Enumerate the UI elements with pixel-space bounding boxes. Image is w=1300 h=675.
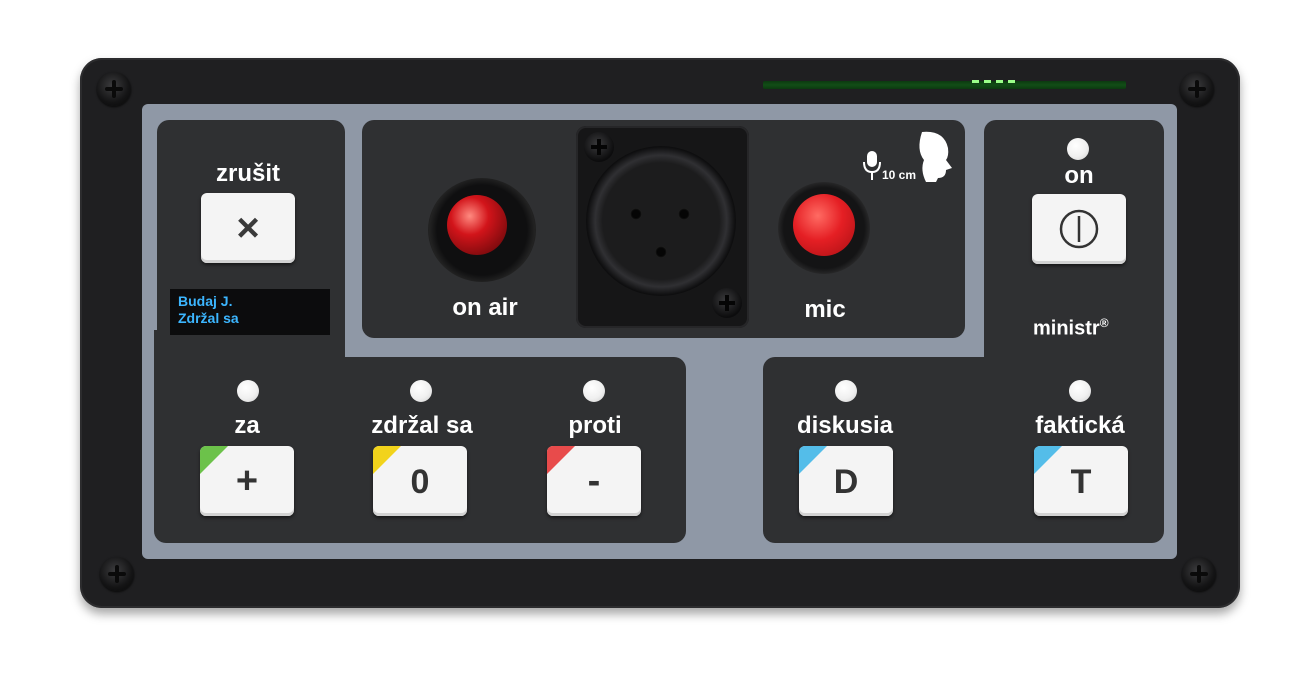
status-level-bar [763, 81, 1126, 89]
green-corner-marker [200, 446, 228, 474]
screw-icon [712, 288, 742, 318]
minus-icon: - [587, 460, 601, 502]
yellow-corner-marker [373, 446, 401, 474]
mic-label: mic [804, 296, 846, 323]
name-display: Budaj J. Zdržal sa [170, 289, 330, 335]
screw-icon [1182, 557, 1216, 591]
mic-button[interactable] [793, 194, 855, 256]
microphone-connector[interactable] [576, 126, 749, 328]
blue-corner-marker [799, 446, 827, 474]
red-corner-marker [547, 446, 575, 474]
vote-abstain-led [410, 380, 432, 402]
screw-icon [100, 557, 134, 591]
discussion-button[interactable]: D [799, 446, 893, 516]
discussion-led [835, 380, 857, 402]
vote-against-led [583, 380, 605, 402]
vote-against-button[interactable]: - [547, 446, 641, 516]
power-led [1067, 138, 1089, 160]
on-air-led [447, 195, 507, 255]
blue-corner-marker [1034, 446, 1062, 474]
vote-for-button[interactable]: + [200, 446, 294, 516]
brand-logo: ministr® [1033, 316, 1109, 341]
connector-pin [678, 208, 690, 220]
connector-pin [655, 246, 667, 258]
mic-distance-label: 10 cm [882, 168, 917, 182]
screw-icon [1180, 72, 1214, 106]
vote-abstain-button[interactable]: 0 [373, 446, 467, 516]
connector-pin [630, 208, 642, 220]
factual-label: faktická [1035, 412, 1125, 439]
cancel-label: zrušit [215, 160, 280, 187]
power-label: on [1064, 162, 1094, 189]
status-level-indicator [972, 80, 1018, 83]
vote-against-label: proti [568, 412, 622, 439]
close-icon: × [236, 206, 260, 250]
vote-for-led [237, 380, 259, 402]
display-status: Zdržal sa [178, 310, 239, 326]
display-name: Budaj J. [178, 293, 233, 309]
xlr-socket [586, 146, 736, 296]
zero-icon: 0 [410, 463, 430, 501]
cancel-button[interactable]: × [201, 193, 295, 263]
power-button[interactable] [1032, 194, 1126, 264]
discussion-key-letter: D [833, 463, 859, 501]
discussion-label: diskusia [796, 412, 894, 439]
brand-registered-mark: ® [1099, 316, 1109, 330]
vote-abstain-label: zdržal sa [371, 412, 473, 439]
vote-for-label: za [234, 412, 260, 439]
screw-icon [584, 132, 614, 162]
plus-icon: + [235, 460, 259, 502]
power-icon [1059, 209, 1099, 249]
factual-led [1069, 380, 1091, 402]
brand-text: ministr [1033, 317, 1100, 340]
screw-icon [97, 72, 131, 106]
factual-key-letter: T [1070, 463, 1092, 501]
on-air-label: on air [452, 294, 518, 321]
factual-button[interactable]: T [1034, 446, 1128, 516]
